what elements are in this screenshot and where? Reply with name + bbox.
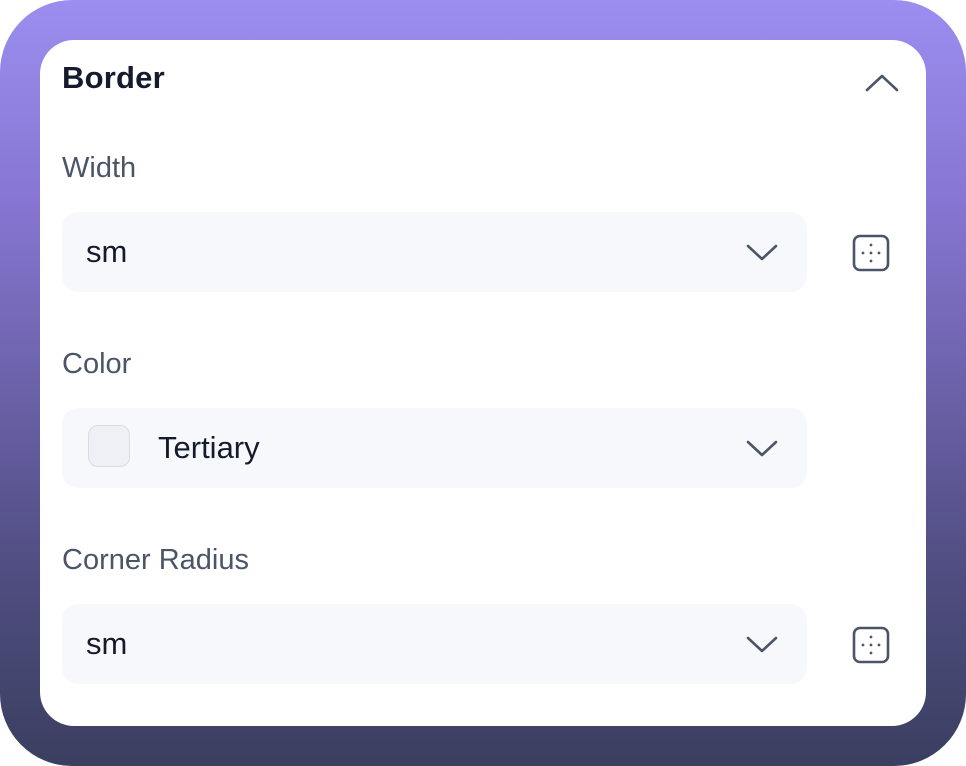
color-select[interactable]: Tertiary	[62, 408, 807, 488]
corner-radius-select[interactable]: sm	[62, 604, 807, 684]
chevron-down-icon	[746, 244, 778, 261]
chevron-down-icon	[746, 636, 778, 653]
section-title: Border	[62, 60, 165, 95]
color-label: Color	[62, 348, 132, 380]
color-swatch	[88, 425, 130, 467]
color-select-value: Tertiary	[158, 430, 260, 465]
dotted-square-icon	[852, 234, 890, 272]
dotted-square-icon	[852, 626, 890, 664]
chevron-up-icon	[865, 74, 899, 92]
width-select[interactable]: sm	[62, 212, 807, 292]
width-custom-value-button[interactable]	[851, 233, 891, 273]
width-label: Width	[62, 152, 137, 184]
corner-radius-select-value: sm	[86, 626, 128, 661]
border-settings-panel: Border Width sm Color Tertiary Corner Ra…	[40, 40, 926, 726]
collapse-section-button[interactable]	[860, 62, 904, 102]
chevron-down-icon	[746, 440, 778, 457]
corner-radius-custom-value-button[interactable]	[851, 625, 891, 665]
corner-radius-label: Corner Radius	[62, 544, 249, 576]
width-select-value: sm	[86, 234, 128, 269]
